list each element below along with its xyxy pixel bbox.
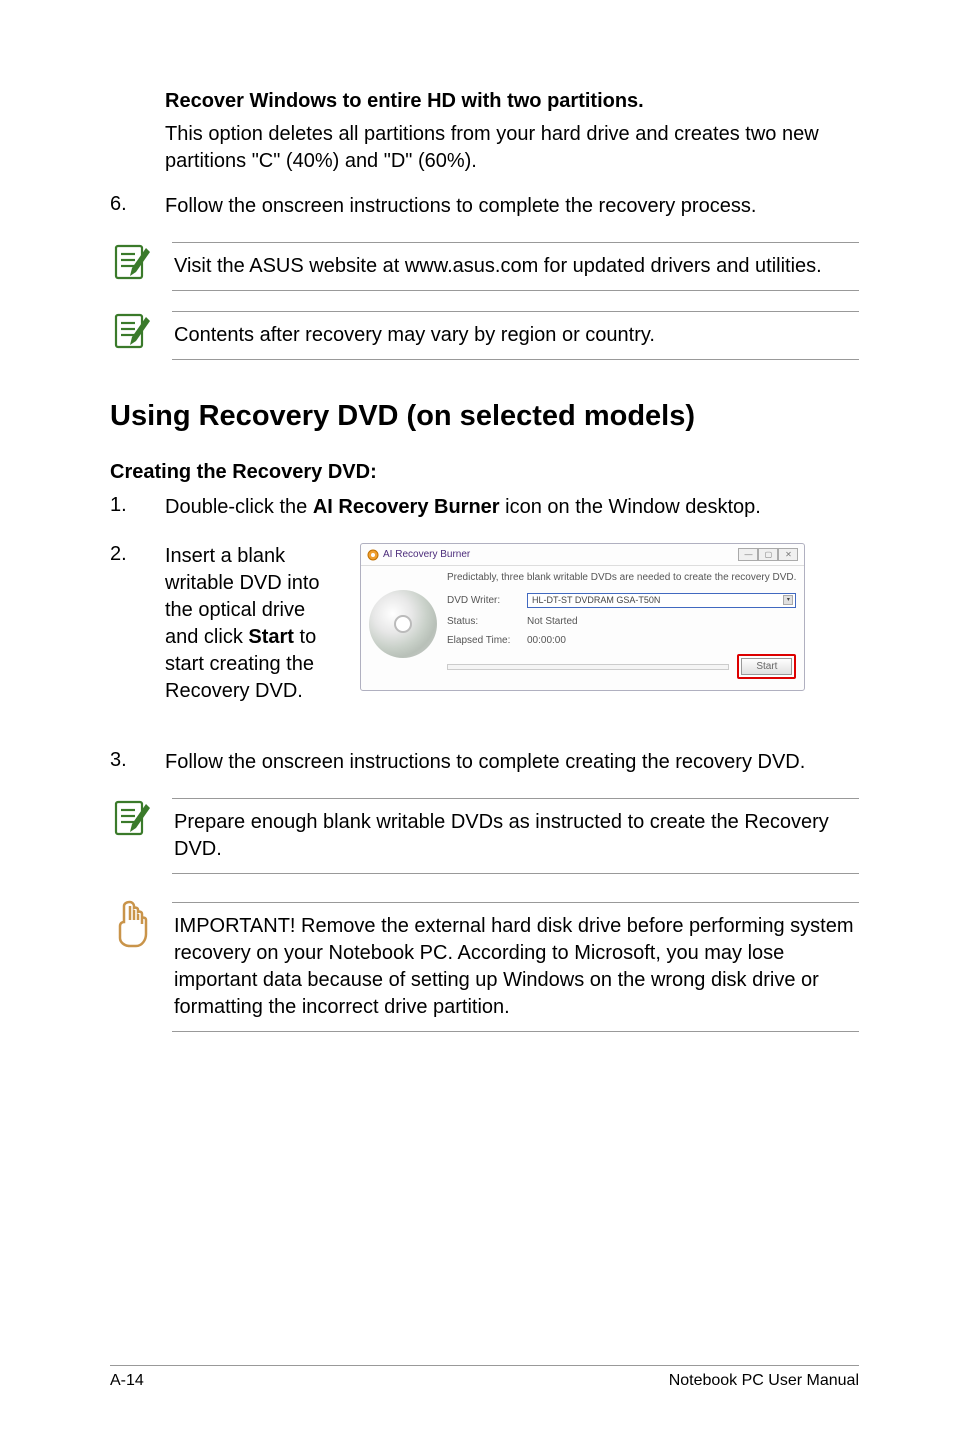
writer-label: DVD Writer:	[447, 595, 527, 606]
window-title-text: AI Recovery Burner	[383, 549, 470, 560]
status-value: Not Started	[527, 616, 578, 627]
progress-bar	[447, 664, 729, 670]
step-1-pre: Double-click the	[165, 496, 313, 518]
disc-icon	[369, 590, 437, 658]
window-controls: — ▢ ✕	[738, 548, 798, 561]
recovery-burner-window: AI Recovery Burner — ▢ ✕ Predictably, th…	[360, 543, 805, 691]
elapsed-label: Elapsed Time:	[447, 635, 527, 646]
dropdown-arrow-icon: ▾	[783, 595, 793, 605]
note-icon	[110, 242, 154, 286]
step-6-text: Follow the onscreen instructions to comp…	[165, 193, 859, 220]
note-3-text: Prepare enough blank writable DVDs as in…	[172, 798, 859, 874]
step-2-text: Insert a blank writable DVD into the opt…	[165, 543, 340, 705]
step-number-1: 1.	[110, 494, 165, 521]
step-number-3: 3.	[110, 749, 165, 776]
writer-select[interactable]: HL-DT-ST DVDRAM GSA-T50N ▾	[527, 593, 796, 608]
important-icon	[110, 902, 154, 946]
step-number-6: 6.	[110, 193, 165, 220]
step-number-2: 2.	[110, 543, 165, 727]
note-icon	[110, 798, 154, 842]
start-button[interactable]: Start	[741, 658, 792, 675]
maximize-button[interactable]: ▢	[758, 548, 778, 561]
step-2-bold: Start	[248, 626, 294, 648]
footer-title: Notebook PC User Manual	[669, 1372, 859, 1390]
recover-desc: This option deletes all partitions from …	[165, 121, 859, 175]
close-button[interactable]: ✕	[778, 548, 798, 561]
note-icon	[110, 311, 154, 355]
status-label: Status:	[447, 616, 527, 627]
section-heading: Using Recovery DVD (on selected models)	[110, 400, 859, 433]
recover-title: Recover Windows to entire HD with two pa…	[165, 90, 859, 113]
writer-value: HL-DT-ST DVDRAM GSA-T50N	[532, 595, 660, 605]
window-title: AI Recovery Burner	[367, 549, 470, 561]
important-text: IMPORTANT! Remove the external hard disk…	[172, 902, 859, 1032]
note-1-text: Visit the ASUS website at www.asus.com f…	[172, 242, 859, 291]
start-button-highlight: Start	[737, 654, 796, 679]
step-3-text: Follow the onscreen instructions to comp…	[165, 749, 859, 776]
page-number: A-14	[110, 1372, 144, 1390]
note-2-text: Contents after recovery may vary by regi…	[172, 311, 859, 360]
step-1-text: Double-click the AI Recovery Burner icon…	[165, 494, 859, 521]
app-icon	[367, 549, 379, 561]
burner-message: Predictably, three blank writable DVDs a…	[447, 572, 796, 583]
sub-heading: Creating the Recovery DVD:	[110, 461, 859, 484]
step-1-bold: AI Recovery Burner	[313, 496, 500, 518]
step-1-post: icon on the Window desktop.	[500, 496, 761, 518]
minimize-button[interactable]: —	[738, 548, 758, 561]
page-footer: A-14 Notebook PC User Manual	[110, 1365, 859, 1390]
elapsed-value: 00:00:00	[527, 635, 566, 646]
